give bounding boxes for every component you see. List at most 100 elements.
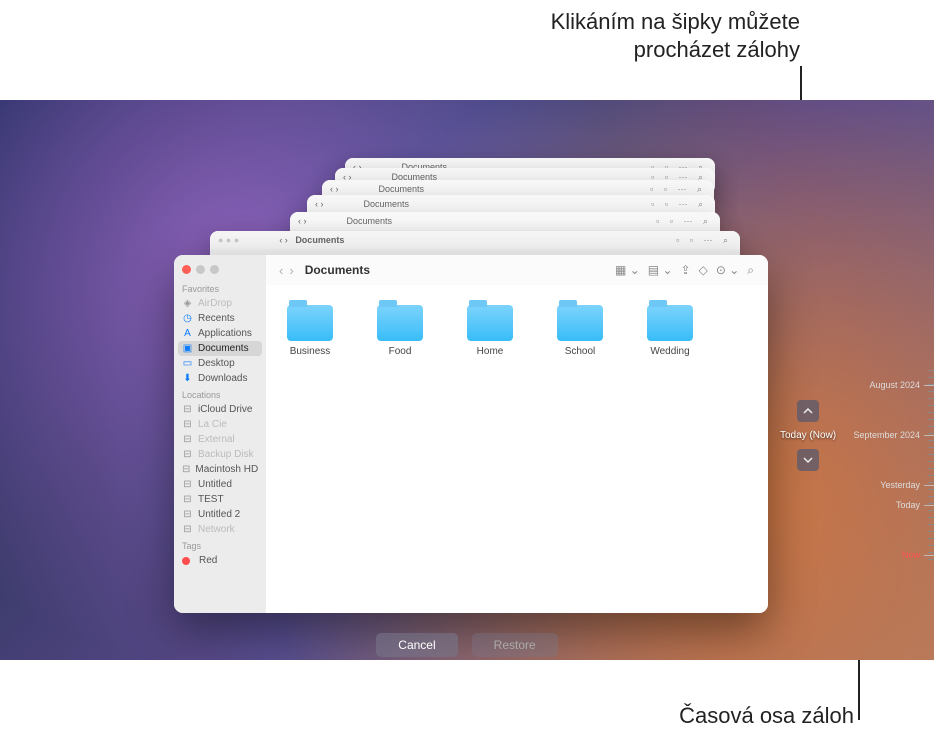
timeline-subtick bbox=[928, 489, 934, 490]
restore-button[interactable]: Restore bbox=[472, 633, 558, 657]
finder-content: ‹ › Documents ▦ ⌄ ▤ ⌄ ⇪ ◇ ⊙ ⌄ ⌕ Business… bbox=[266, 255, 768, 613]
timeline-subtick bbox=[928, 524, 934, 525]
sidebar-item-documents[interactable]: ▣ Documents bbox=[178, 341, 262, 356]
actions-button[interactable]: ⊙ ⌄ bbox=[712, 263, 743, 277]
sidebar-item-macintosh-hd[interactable]: ⊟Macintosh HD bbox=[174, 462, 266, 477]
timeline-subtick bbox=[928, 559, 934, 560]
sidebar-item-untitled[interactable]: ⊟ Untitled bbox=[174, 477, 266, 492]
sidebar-icon: ⬇ bbox=[182, 373, 193, 384]
sidebar-item-external[interactable]: ⊟External bbox=[174, 432, 266, 447]
sidebar-item-applications[interactable]: A Applications bbox=[174, 326, 266, 341]
folder-business[interactable]: Business bbox=[280, 305, 340, 357]
finder-window: Favorites ◈AirDrop◷RecentsAApplications▣… bbox=[174, 255, 768, 613]
callout-bottom: Časová osa záloh bbox=[679, 702, 854, 730]
folder-wedding[interactable]: Wedding bbox=[640, 305, 700, 357]
chevron-up-icon bbox=[803, 406, 813, 416]
sidebar-tag-red[interactable]: Red bbox=[174, 553, 266, 568]
sidebar-icon: A bbox=[182, 328, 193, 339]
sidebar-item-airdrop[interactable]: ◈AirDrop bbox=[174, 296, 266, 311]
sidebar-item-label: iCloud Drive bbox=[198, 404, 252, 415]
folder-label: School bbox=[565, 346, 596, 357]
sidebar-item-downloads[interactable]: ⬇Downloads bbox=[174, 371, 266, 386]
tags-button[interactable]: ◇ bbox=[695, 263, 712, 277]
callout-leader-bottom-v bbox=[858, 660, 860, 720]
chevron-down-icon bbox=[803, 455, 813, 465]
folder-icon bbox=[467, 305, 513, 341]
timeline-tick-label: September 2024 bbox=[853, 430, 920, 440]
drive-icon: ⊟ bbox=[182, 434, 193, 445]
timeline-tick-label: Now bbox=[902, 550, 920, 560]
timeline-subtick bbox=[928, 398, 934, 399]
timeline-subtick bbox=[928, 496, 934, 497]
drive-icon: ⊟ bbox=[182, 479, 193, 490]
timeline-subtick bbox=[928, 447, 934, 448]
sidebar-item-network[interactable]: ⊟Network bbox=[174, 522, 266, 537]
sidebar-item-label: Red bbox=[199, 555, 217, 566]
timeline-nav: Today (Now) bbox=[780, 400, 836, 471]
minimize-button bbox=[196, 265, 205, 274]
sidebar-item-backup-disk[interactable]: ⊟Backup Disk bbox=[174, 447, 266, 462]
back-button[interactable]: ‹ bbox=[276, 263, 286, 278]
timeline-subtick bbox=[928, 412, 934, 413]
timeline-tick-label: August 2024 bbox=[869, 380, 920, 390]
timeline-tick[interactable]: August 2024 bbox=[869, 380, 934, 390]
cancel-button[interactable]: Cancel bbox=[376, 633, 457, 657]
timeline-subtick bbox=[928, 426, 934, 427]
sidebar-icon: ▭ bbox=[182, 358, 193, 369]
timeline-subtick bbox=[928, 517, 934, 518]
forward-button[interactable]: › bbox=[286, 263, 296, 278]
sidebar-item-recents[interactable]: ◷Recents bbox=[174, 311, 266, 326]
folder-icon bbox=[287, 305, 333, 341]
sidebar-item-desktop[interactable]: ▭Desktop bbox=[174, 356, 266, 371]
sidebar-item-label: AirDrop bbox=[198, 298, 232, 309]
sidebar-item-label: Untitled 2 bbox=[198, 509, 240, 520]
timeline-subtick bbox=[928, 461, 934, 462]
folder-label: Food bbox=[389, 346, 412, 357]
sidebar-item-test[interactable]: ⊟TEST bbox=[174, 492, 266, 507]
timeline-tick[interactable]: Today bbox=[896, 500, 934, 510]
nav-up-arrow[interactable] bbox=[797, 400, 819, 422]
tag-dot-icon bbox=[182, 557, 190, 565]
view-icons-button[interactable]: ▦ ⌄ bbox=[611, 263, 644, 277]
sidebar-item-label: Backup Disk bbox=[198, 449, 254, 460]
sidebar-item-label: Documents bbox=[198, 343, 249, 354]
timeline-subtick bbox=[928, 510, 934, 511]
nav-down-arrow[interactable] bbox=[797, 449, 819, 471]
folder-school[interactable]: School bbox=[550, 305, 610, 357]
timeline-subtick bbox=[928, 475, 934, 476]
timeline-tick-label: Yesterday bbox=[880, 480, 920, 490]
sidebar-item-untitled-2[interactable]: ⊟Untitled 2 bbox=[174, 507, 266, 522]
timeline-ruler[interactable]: August 2024September 2024YesterdayTodayN… bbox=[864, 370, 934, 660]
sidebar-item-label: TEST bbox=[198, 494, 224, 505]
timeline-tick[interactable]: Yesterday bbox=[880, 480, 934, 490]
group-button[interactable]: ▤ ⌄ bbox=[644, 263, 677, 277]
folder-home[interactable]: Home bbox=[460, 305, 520, 357]
sidebar-item-label: Recents bbox=[198, 313, 235, 324]
close-button[interactable] bbox=[182, 265, 191, 274]
timeline-subtick bbox=[928, 391, 934, 392]
timeline-subtick bbox=[928, 482, 934, 483]
timeline-subtick bbox=[928, 384, 934, 385]
timeline-current-label: Today (Now) bbox=[780, 428, 836, 443]
share-button[interactable]: ⇪ bbox=[677, 263, 695, 277]
sidebar-item-label: La Cie bbox=[198, 419, 227, 430]
sidebar-item-la-cie[interactable]: ⊟La Cie bbox=[174, 417, 266, 432]
finder-sidebar: Favorites ◈AirDrop◷RecentsAApplications▣… bbox=[174, 255, 266, 613]
tick-mark bbox=[924, 555, 934, 556]
file-grid[interactable]: Business Food Home School Wedding bbox=[266, 285, 768, 613]
window-controls[interactable] bbox=[174, 261, 266, 280]
sidebar-header-tags: Tags bbox=[174, 537, 266, 553]
sidebar-item-label: Untitled bbox=[198, 479, 232, 490]
folder-title: Documents bbox=[305, 263, 370, 277]
sidebar-icon: ▣ bbox=[182, 343, 193, 354]
callout-top: Klikáním na šipky můžete procházet záloh… bbox=[551, 8, 800, 63]
folder-icon bbox=[557, 305, 603, 341]
timeline-subtick bbox=[928, 370, 934, 371]
timeline-subtick bbox=[928, 468, 934, 469]
timeline-tick[interactable]: September 2024 bbox=[853, 430, 934, 440]
sidebar-item-icloud-drive[interactable]: ⊟iCloud Drive bbox=[174, 402, 266, 417]
sidebar-item-label: Applications bbox=[198, 328, 252, 339]
timeline-subtick bbox=[928, 440, 934, 441]
folder-food[interactable]: Food bbox=[370, 305, 430, 357]
search-button[interactable]: ⌕ bbox=[743, 263, 758, 278]
